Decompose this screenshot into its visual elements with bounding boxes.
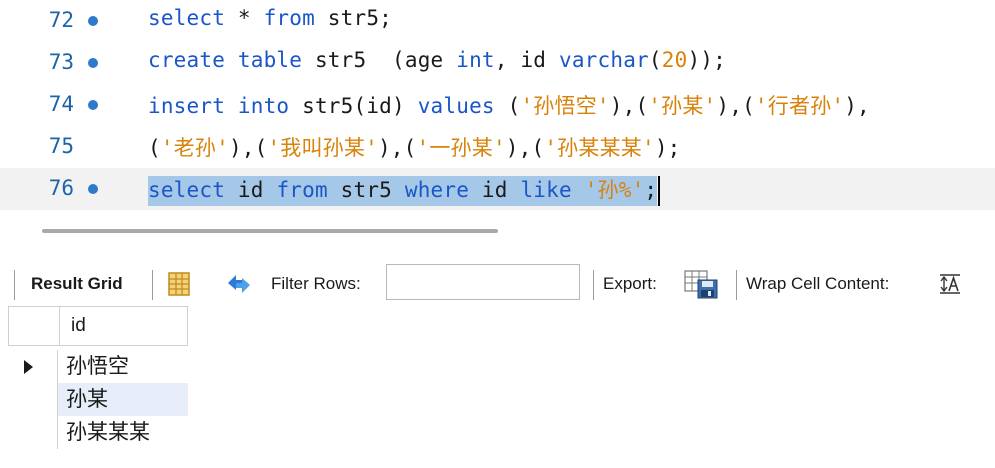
toolbar-separator bbox=[593, 270, 594, 300]
line-number: 74 bbox=[48, 92, 74, 116]
statement-marker-icon bbox=[88, 100, 98, 110]
result-grid-tab[interactable]: Result Grid bbox=[31, 258, 123, 310]
grid-view-icon bbox=[168, 272, 190, 296]
export-button[interactable] bbox=[684, 258, 720, 310]
table-cell[interactable]: 孙悟空 bbox=[58, 350, 188, 383]
table-cell[interactable]: 孙某 bbox=[58, 383, 188, 416]
line-number: 73 bbox=[48, 50, 74, 74]
code-text-selected: select id from str5 where id like '孙%'; bbox=[148, 174, 661, 206]
wrap-cell-label: Wrap Cell Content: bbox=[746, 258, 889, 310]
row-header-corner[interactable] bbox=[9, 307, 60, 345]
export-save-icon bbox=[684, 270, 718, 299]
result-toolbar: Result Grid Filter Rows: Export: Wrap Ce… bbox=[0, 258, 995, 310]
grid-view-button[interactable] bbox=[166, 258, 192, 310]
code-text: ('老孙'),('我叫孙某'),('一孙某'),('孙某某某'); bbox=[148, 136, 681, 160]
export-text: Export: bbox=[603, 274, 657, 293]
line-number: 76 bbox=[48, 176, 74, 200]
wrap-cell-text: Wrap Cell Content: bbox=[746, 274, 890, 293]
line-number: 72 bbox=[48, 8, 74, 32]
code-line-74[interactable]: 74 insert into str5(id) values ('孙悟空'),(… bbox=[0, 84, 995, 126]
export-label: Export: bbox=[603, 258, 657, 310]
toolbar-separator bbox=[736, 270, 737, 300]
code-line-73[interactable]: 73 create table str5 (age int, id varcha… bbox=[0, 42, 995, 84]
table-row[interactable]: 孙某某某 bbox=[8, 416, 188, 449]
code-text: insert into str5(id) values ('孙悟空'),('孙某… bbox=[148, 94, 870, 118]
toolbar-separator bbox=[152, 270, 153, 300]
statement-marker-icon bbox=[88, 58, 98, 68]
refresh-arrows-icon bbox=[228, 275, 250, 293]
sql-editor[interactable]: 72 select * from str5; 73 create table s… bbox=[0, 0, 995, 214]
row-header[interactable] bbox=[8, 383, 58, 416]
statement-marker-icon bbox=[88, 16, 98, 26]
grid-header: id bbox=[8, 306, 188, 346]
statement-marker-icon bbox=[88, 184, 98, 194]
table-row[interactable]: 孙悟空 bbox=[8, 350, 188, 383]
result-grid-label: Result Grid bbox=[31, 274, 123, 293]
refresh-button[interactable] bbox=[222, 258, 256, 310]
text-caret bbox=[658, 176, 661, 206]
horizontal-scrollbar-thumb[interactable] bbox=[42, 229, 498, 233]
horizontal-scrollbar[interactable] bbox=[0, 214, 995, 254]
row-header[interactable] bbox=[8, 416, 58, 449]
wrap-cell-icon bbox=[940, 274, 960, 294]
code-text: select * from str5; bbox=[148, 6, 393, 30]
filter-rows-label: Filter Rows: bbox=[271, 258, 361, 310]
table-row[interactable]: 孙某 bbox=[8, 383, 188, 416]
line-number: 75 bbox=[48, 134, 74, 158]
code-line-75[interactable]: 75 ('老孙'),('我叫孙某'),('一孙某'),('孙某某某'); bbox=[0, 126, 995, 168]
code-text: create table str5 (age int, id varchar(2… bbox=[148, 48, 726, 72]
table-cell[interactable]: 孙某某某 bbox=[58, 416, 188, 449]
code-line-76[interactable]: 76 select id from str5 where id like '孙%… bbox=[0, 168, 995, 210]
row-header[interactable] bbox=[8, 350, 58, 383]
code-line-72[interactable]: 72 select * from str5; bbox=[0, 0, 995, 42]
toolbar-separator bbox=[14, 270, 15, 300]
text-selection: select id from str5 where id like '孙%'; bbox=[148, 176, 658, 206]
filter-rows-input[interactable] bbox=[386, 264, 580, 300]
current-row-arrow-icon bbox=[24, 360, 33, 374]
filter-rows-text: Filter Rows: bbox=[271, 274, 361, 293]
wrap-cell-button[interactable] bbox=[938, 258, 964, 310]
column-header-id[interactable]: id bbox=[71, 315, 86, 337]
